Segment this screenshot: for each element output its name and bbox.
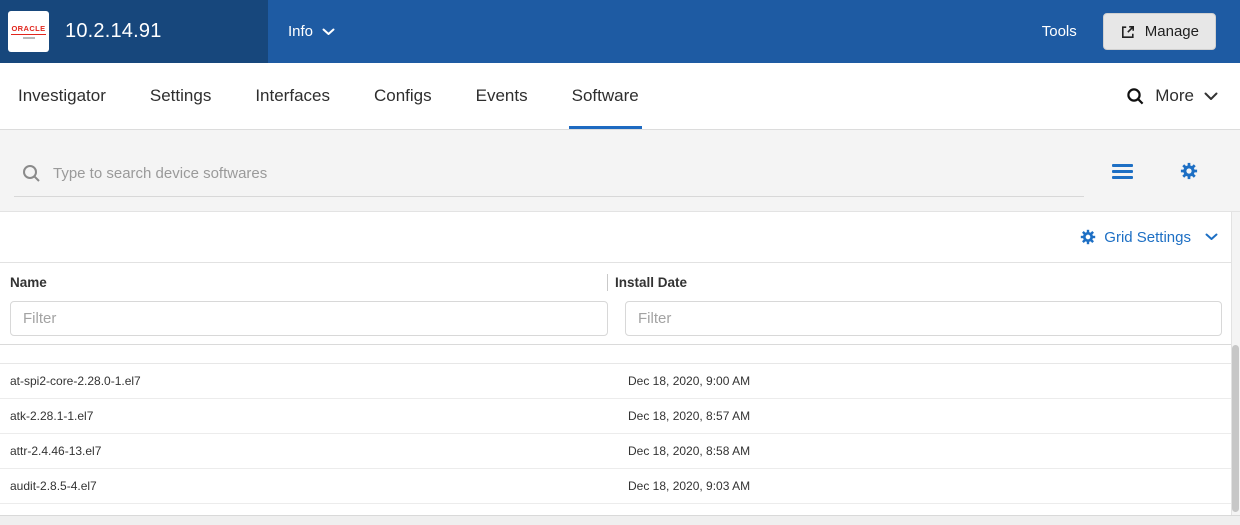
vertical-scrollbar-track[interactable]: [1231, 212, 1240, 525]
info-dropdown[interactable]: Info: [288, 23, 335, 40]
grid-header-row: Name Install Date: [0, 263, 1240, 301]
grid-filter-row: [0, 301, 1240, 345]
device-ip-title: 10.2.14.91: [65, 20, 162, 42]
table-row[interactable]: audit-2.8.5-4.el7 Dec 18, 2020, 9:03 AM: [0, 469, 1240, 504]
install-date-filter-input[interactable]: [625, 301, 1222, 336]
install-date-cell: Dec 18, 2020, 8:58 AM: [628, 444, 751, 458]
tabs: Investigator Settings Interfaces Configs…: [18, 63, 683, 129]
search-icon: [22, 164, 41, 183]
external-link-icon: [1120, 24, 1136, 40]
table-row[interactable]: attr-2.4.46-13.el7 Dec 18, 2020, 8:58 AM: [0, 434, 1240, 469]
tab-investigator[interactable]: Investigator: [18, 63, 106, 129]
search-section: [0, 130, 1240, 212]
tab-settings[interactable]: Settings: [150, 63, 211, 129]
more-menu[interactable]: More: [1155, 86, 1194, 106]
gear-icon: [1080, 229, 1096, 245]
column-header-install-date[interactable]: Install Date: [608, 275, 1240, 290]
oracle-logo-text: ORACLE: [11, 24, 46, 35]
tab-bar: Investigator Settings Interfaces Configs…: [0, 63, 1240, 130]
manage-button[interactable]: Manage: [1102, 13, 1216, 50]
info-dropdown-label: Info: [288, 23, 314, 40]
chevron-down-icon: [1204, 92, 1218, 101]
grid-settings-label: Grid Settings: [1104, 228, 1191, 246]
gear-icon[interactable]: [1180, 162, 1198, 180]
chevron-down-icon: [322, 28, 335, 36]
manage-button-label: Manage: [1144, 23, 1199, 40]
app-header: ORACLE 10.2.14.91 Info Tools Manage: [0, 0, 1240, 63]
tab-software[interactable]: Software: [568, 63, 642, 129]
tab-configs[interactable]: Configs: [374, 63, 432, 129]
install-date-cell: Dec 18, 2020, 9:03 AM: [628, 479, 751, 493]
search-input[interactable]: [53, 165, 1082, 182]
column-header-name[interactable]: Name: [0, 275, 607, 290]
search-icon[interactable]: [1126, 87, 1145, 106]
horizontal-scroll-strip[interactable]: [0, 515, 1240, 525]
oracle-logo-subtext: [22, 37, 35, 39]
software-name-cell: at-spi2-core-2.28.0-1.el7: [10, 374, 141, 388]
install-date-cell: Dec 18, 2020, 9:00 AM: [628, 374, 751, 388]
vertical-scrollbar-thumb[interactable]: [1232, 345, 1239, 512]
header-device-block: ORACLE 10.2.14.91: [0, 0, 268, 63]
oracle-logo: ORACLE: [8, 11, 49, 52]
software-grid-panel: Grid Settings Name Install Date at-spi2-…: [0, 212, 1240, 525]
software-table-body: at-spi2-core-2.28.0-1.el7 Dec 18, 2020, …: [0, 363, 1240, 504]
software-name-cell: atk-2.28.1-1.el7: [10, 409, 94, 423]
software-name-cell: attr-2.4.46-13.el7: [10, 444, 102, 458]
tools-menu[interactable]: Tools: [1042, 23, 1077, 40]
grid-settings-button[interactable]: Grid Settings: [1080, 229, 1218, 246]
tab-events[interactable]: Events: [476, 63, 528, 129]
chevron-down-icon: [1205, 233, 1218, 241]
table-row[interactable]: atk-2.28.1-1.el7 Dec 18, 2020, 8:57 AM: [0, 399, 1240, 434]
table-row[interactable]: at-spi2-core-2.28.0-1.el7 Dec 18, 2020, …: [0, 364, 1240, 399]
software-search-bar[interactable]: [14, 158, 1084, 197]
name-filter-input[interactable]: [10, 301, 608, 336]
install-date-cell: Dec 18, 2020, 8:57 AM: [628, 409, 751, 423]
software-name-cell: audit-2.8.5-4.el7: [10, 479, 97, 493]
hamburger-icon[interactable]: [1112, 163, 1133, 179]
tab-interfaces[interactable]: Interfaces: [255, 63, 330, 129]
